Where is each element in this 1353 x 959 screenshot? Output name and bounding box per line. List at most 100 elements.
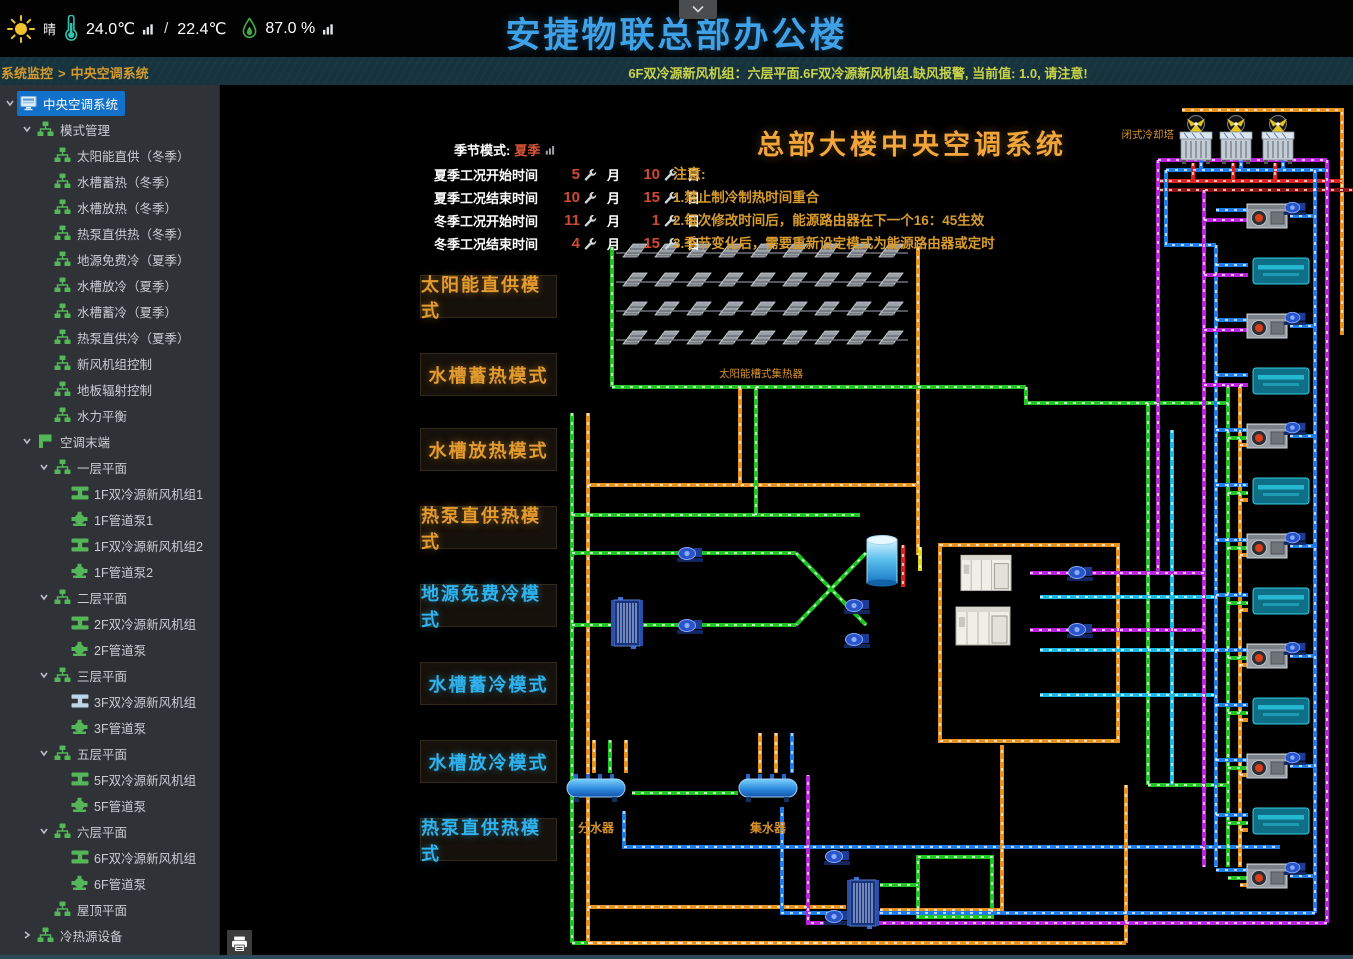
- sidebar-item[interactable]: 中央空调系统: [0, 90, 219, 116]
- ahu-unit[interactable]: [1247, 644, 1287, 668]
- day-value[interactable]: 15: [634, 235, 660, 252]
- storage-tank[interactable]: [867, 536, 897, 587]
- alarm-message[interactable]: 6F双冷源新风机组：六层平面.6F双冷源新风机组.缺风报警, 当前值: 1.0,…: [628, 63, 1087, 82]
- ahu-unit[interactable]: [1247, 204, 1287, 228]
- sidebar-item[interactable]: 地源免费冷（夏季）: [0, 246, 219, 272]
- ahu-unit[interactable]: [1247, 424, 1287, 448]
- sidebar-item[interactable]: 空调末端: [0, 428, 219, 454]
- pump[interactable]: [677, 620, 703, 635]
- solar-collector[interactable]: [623, 273, 647, 286]
- pump[interactable]: [824, 911, 850, 926]
- solar-collector[interactable]: [655, 302, 679, 315]
- sidebar-item[interactable]: 屋顶平面: [0, 896, 219, 922]
- pump[interactable]: [1284, 862, 1307, 875]
- sidebar-item[interactable]: 5F双冷源新风机组: [0, 766, 219, 792]
- cooling-tower[interactable]: [1180, 116, 1212, 165]
- sidebar-item[interactable]: 热泵直供热（冬季）: [0, 220, 219, 246]
- solar-collector[interactable]: [783, 331, 807, 344]
- solar-collector[interactable]: [751, 273, 775, 286]
- pump[interactable]: [1284, 532, 1307, 545]
- solar-collector[interactable]: [655, 331, 679, 344]
- plate-heat-exchanger[interactable]: [611, 597, 643, 649]
- sidebar-item[interactable]: 1F双冷源新风机组1: [0, 480, 219, 506]
- sidebar-item[interactable]: 6F双冷源新风机组: [0, 844, 219, 870]
- solar-collector[interactable]: [815, 302, 839, 315]
- ahu-unit[interactable]: [1247, 754, 1287, 778]
- chevron-right-icon[interactable]: [19, 930, 34, 940]
- pump[interactable]: [1284, 202, 1307, 215]
- sidebar-item[interactable]: 2F管道泵: [0, 636, 219, 662]
- mode-button-tank-store-cool[interactable]: 水槽蓄冷模式: [420, 662, 557, 705]
- sidebar-item[interactable]: 6F管道泵: [0, 870, 219, 896]
- ahu-unit[interactable]: [1247, 314, 1287, 338]
- pump[interactable]: [677, 548, 703, 563]
- sidebar-item[interactable]: 水槽放冷（夏季）: [0, 272, 219, 298]
- sidebar-item[interactable]: 2F双冷源新风机组: [0, 610, 219, 636]
- pump[interactable]: [844, 634, 870, 649]
- pump[interactable]: [1067, 567, 1093, 582]
- solar-collector[interactable]: [751, 302, 775, 315]
- solar-collector[interactable]: [719, 302, 743, 315]
- sidebar-item[interactable]: 新风机组控制: [0, 350, 219, 376]
- sidebar-item[interactable]: 冷热源设备: [0, 922, 219, 948]
- breadcrumb-parent[interactable]: 系统监控: [1, 66, 53, 81]
- ahu-unit[interactable]: [1247, 534, 1287, 558]
- sidebar-item[interactable]: 1F管道泵1: [0, 506, 219, 532]
- solar-collector[interactable]: [783, 302, 807, 315]
- sidebar-item[interactable]: 模式管理: [0, 116, 219, 142]
- chevron-down-icon[interactable]: [36, 670, 51, 680]
- mode-button-tank-store-heat[interactable]: 水槽蓄热模式: [420, 353, 557, 396]
- mode-button-heatpump-supply[interactable]: 热泵直供热模式: [420, 818, 557, 861]
- month-value[interactable]: 11: [554, 212, 580, 229]
- solar-collector[interactable]: [623, 331, 647, 344]
- solar-collector[interactable]: [847, 331, 871, 344]
- edit-wrench-icon[interactable]: [583, 168, 598, 182]
- chevron-down-icon[interactable]: [36, 462, 51, 472]
- floor-unit-box[interactable]: [1253, 588, 1309, 614]
- sidebar-item[interactable]: 1F双冷源新风机组2: [0, 532, 219, 558]
- distributor-tank[interactable]: [567, 774, 625, 802]
- sidebar-item[interactable]: 水力平衡: [0, 402, 219, 428]
- solar-collector[interactable]: [751, 331, 775, 344]
- print-button[interactable]: [227, 930, 252, 958]
- solar-collector[interactable]: [719, 331, 743, 344]
- pump[interactable]: [1284, 422, 1307, 435]
- sidebar-item[interactable]: 水槽蓄冷（夏季）: [0, 298, 219, 324]
- mode-button-heatpump-heat[interactable]: 热泵直供热模式: [420, 506, 557, 549]
- day-value[interactable]: 1: [634, 212, 660, 229]
- solar-collector[interactable]: [719, 273, 743, 286]
- solar-collector[interactable]: [847, 273, 871, 286]
- chiller-unit[interactable]: [961, 555, 1011, 590]
- solar-collector[interactable]: [815, 273, 839, 286]
- mode-button-ground-free-cool[interactable]: 地源免费冷模式: [420, 584, 557, 627]
- month-value[interactable]: 4: [554, 235, 580, 252]
- sidebar-item[interactable]: 三层平面: [0, 662, 219, 688]
- floor-unit-box[interactable]: [1253, 808, 1309, 834]
- sidebar-item[interactable]: 水槽放热（冬季）: [0, 194, 219, 220]
- collapse-header-tab[interactable]: [679, 0, 717, 19]
- pump[interactable]: [844, 600, 870, 615]
- breadcrumb[interactable]: 系统监控>中央空调系统: [1, 63, 149, 82]
- floor-unit-box[interactable]: [1253, 368, 1309, 394]
- month-value[interactable]: 10: [554, 189, 580, 206]
- sidebar-item[interactable]: 1F管道泵2: [0, 558, 219, 584]
- solar-collector[interactable]: [687, 273, 711, 286]
- sidebar-item[interactable]: 五层平面: [0, 740, 219, 766]
- pump[interactable]: [1067, 624, 1093, 639]
- mode-button-tank-release-cool[interactable]: 水槽放冷模式: [420, 740, 557, 783]
- month-value[interactable]: 5: [554, 166, 580, 183]
- mode-button-tank-release-heat[interactable]: 水槽放热模式: [420, 428, 557, 471]
- chevron-down-icon[interactable]: [36, 826, 51, 836]
- ahu-unit[interactable]: [1247, 864, 1287, 888]
- day-value[interactable]: 10: [634, 166, 660, 183]
- pump[interactable]: [1284, 642, 1307, 655]
- pump[interactable]: [824, 851, 850, 866]
- mode-button-solar-direct[interactable]: 太阳能直供模式: [420, 275, 557, 318]
- edit-wrench-icon[interactable]: [583, 237, 598, 251]
- cooling-tower[interactable]: [1220, 116, 1252, 165]
- sidebar-item[interactable]: 地板辐射控制: [0, 376, 219, 402]
- solar-collector[interactable]: [879, 302, 903, 315]
- chiller-unit[interactable]: [956, 607, 1010, 645]
- sidebar-item[interactable]: 3F双冷源新风机组: [0, 688, 219, 714]
- collector-tank[interactable]: [739, 774, 797, 802]
